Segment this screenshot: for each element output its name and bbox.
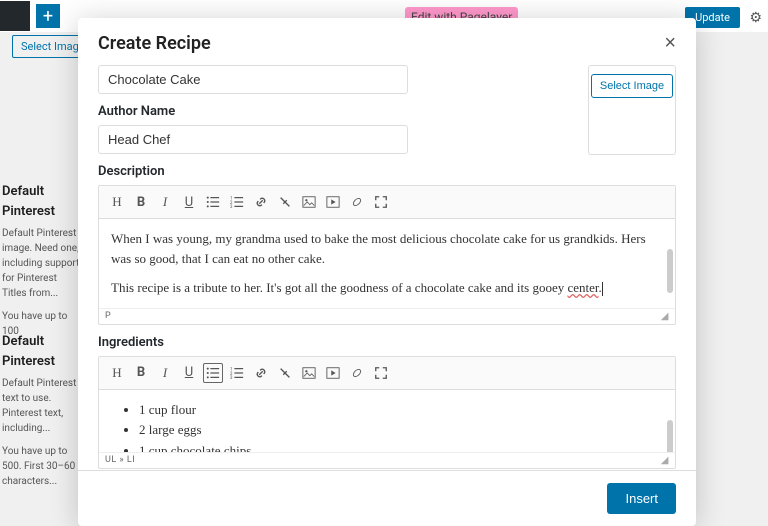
modal-header: Create Recipe ×	[78, 18, 696, 65]
fullscreen-icon[interactable]	[371, 192, 391, 212]
wp-logo-icon[interactable]	[0, 1, 30, 31]
close-icon[interactable]: ×	[664, 32, 676, 55]
resize-handle-icon[interactable]: ◢	[661, 455, 669, 466]
ingredients-path: UL » LI◢	[99, 452, 675, 468]
image-icon[interactable]	[299, 192, 319, 212]
recipe-image-box: Select Image	[588, 65, 676, 155]
video-icon[interactable]	[323, 363, 343, 383]
ingredients-label: Ingredients	[98, 335, 676, 350]
unlink-icon[interactable]	[275, 192, 295, 212]
attachment-icon[interactable]	[347, 192, 367, 212]
bullet-list-icon[interactable]	[203, 363, 223, 383]
modal-footer: Insert	[78, 470, 696, 526]
settings-gear-icon[interactable]: ⚙	[749, 10, 762, 26]
description-path: P◢	[99, 308, 675, 324]
bold-icon[interactable]: B	[131, 192, 151, 212]
resize-handle-icon[interactable]: ◢	[661, 311, 669, 322]
list-item: 1 cup flour	[139, 400, 663, 420]
ordered-list-icon[interactable]: 123	[227, 192, 247, 212]
link-icon[interactable]	[251, 192, 271, 212]
underline-icon[interactable]: U	[179, 192, 199, 212]
italic-icon[interactable]: I	[155, 192, 175, 212]
image-icon[interactable]	[299, 363, 319, 383]
italic-icon[interactable]: I	[155, 363, 175, 383]
svg-text:3: 3	[230, 205, 233, 209]
description-editor: H B I U 123 When I was young, my grandma…	[98, 185, 676, 325]
unlink-icon[interactable]	[275, 363, 295, 383]
insert-button[interactable]: Insert	[607, 483, 676, 514]
bullet-list-icon[interactable]	[203, 192, 223, 212]
ingredients-editor: H B I U 123 1 cup flour 2 large eggs 1 c…	[98, 356, 676, 469]
bg-panel1-heading: Default Pinterest	[2, 182, 83, 221]
fullscreen-icon[interactable]	[371, 363, 391, 383]
attachment-icon[interactable]	[347, 363, 367, 383]
add-block-button[interactable]: +	[36, 4, 60, 28]
heading-icon[interactable]: H	[107, 192, 127, 212]
svg-text:3: 3	[230, 376, 233, 380]
editor-scrollbar[interactable]	[667, 249, 673, 293]
bold-icon[interactable]: B	[131, 363, 151, 383]
description-label: Description	[98, 164, 676, 179]
video-icon[interactable]	[323, 192, 343, 212]
author-name-input[interactable]	[98, 125, 408, 154]
ordered-list-icon[interactable]: 123	[227, 363, 247, 383]
modal-title: Create Recipe	[98, 33, 211, 54]
ingredients-list: 1 cup flour 2 large eggs 1 cup chocolate…	[111, 400, 663, 452]
description-content[interactable]: When I was young, my grandma used to bak…	[99, 219, 675, 308]
recipe-name-input[interactable]	[98, 65, 408, 94]
editor-scrollbar[interactable]	[667, 420, 673, 452]
link-icon[interactable]	[251, 363, 271, 383]
select-image-button[interactable]: Select Image	[591, 74, 673, 98]
list-item: 2 large eggs	[139, 420, 663, 440]
description-toolbar: H B I U 123	[99, 186, 675, 219]
ingredients-content[interactable]: 1 cup flour 2 large eggs 1 cup chocolate…	[99, 390, 675, 452]
modal-body: Select Image Author Name Description H B…	[78, 65, 696, 470]
text-cursor	[602, 282, 603, 296]
heading-icon[interactable]: H	[107, 363, 127, 383]
underline-icon[interactable]: U	[179, 363, 199, 383]
create-recipe-modal: Create Recipe × Select Image Author Name…	[78, 18, 696, 526]
bg-panel2-heading: Default Pinterest	[2, 332, 83, 371]
list-item: 1 cup chocolate chips	[139, 441, 663, 452]
ingredients-toolbar: H B I U 123	[99, 357, 675, 390]
bg-panel-2: Default Pinterest Default Pinterest text…	[0, 310, 85, 491]
